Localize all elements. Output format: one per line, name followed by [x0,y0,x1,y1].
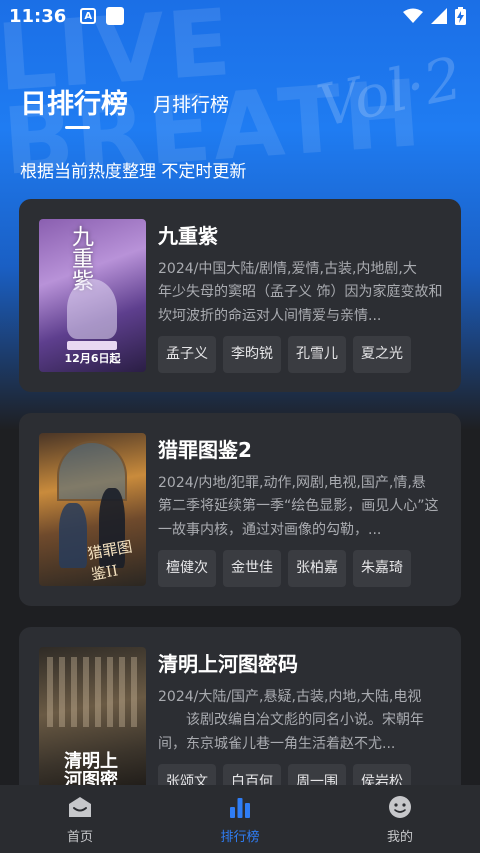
poster-image[interactable]: 清明上河图密码 [39,647,146,800]
list-item[interactable]: 九重紫 12月6日起 九重紫 2024/中国大陆/剧情,爱情,古装,内地剧,大 … [19,199,461,392]
nav-home-label: 首页 [66,829,93,845]
home-icon [69,796,91,817]
cast-tag[interactable]: 孟子义 [158,336,216,373]
ranking-list: 九重紫 12月6日起 九重紫 2024/中国大陆/剧情,爱情,古装,内地剧,大 … [19,199,461,841]
poster-date: 12月6日起 [64,352,121,365]
poster-figure [59,503,87,568]
item-title[interactable]: 猎罪图鉴2 [158,435,443,465]
cast-tag[interactable]: 夏之光 [353,336,411,373]
signal-icon [431,8,447,24]
cast-tags: 孟子义 李昀锐 孔雪儿 夏之光 [158,336,443,373]
item-description: 该剧改编自冶文彪的同名小说。宋朝年间，东京城雀儿巷一角生活着赵不尤... [158,712,424,752]
poster-figure [67,279,117,339]
ranking-tabs: 日排行榜 月排行榜 [20,82,229,121]
nav-ranking-label: 排行榜 [220,829,260,845]
poster-badge [67,341,117,350]
item-meta: 2024/大陆/国产,悬疑,古装,内地,大陆,电视 [158,689,422,705]
cast-tag[interactable]: 金世佳 [223,550,281,587]
poster-title: 猎罪图鉴II [86,537,134,584]
nav-ranking[interactable]: 排行榜 [180,794,300,845]
ranking-subtitle: 根据当前热度整理 不定时更新 [20,162,247,182]
notification-square-icon [106,7,125,25]
status-bar: 11:36 A [0,0,480,32]
poster-crowd [47,657,138,727]
profile-face-icon [389,795,411,818]
wifi-icon [403,8,423,23]
item-description: 第二季将延续第一季“绘色显影，画见人心”这一故事内核，通过对画像的勾勒，... [158,498,439,538]
bottom-navigation: 首页 排行榜 我的 [0,785,480,853]
ranking-chart-icon [230,797,250,818]
item-info: 清明上河图密码 2024/大陆/国产,悬疑,古装,内地,大陆,电视 该剧改编自冶… [158,649,443,801]
cast-tag[interactable]: 朱嘉琦 [353,550,411,587]
tab-monthly-ranking[interactable]: 月排行榜 [153,90,229,117]
item-title[interactable]: 九重紫 [158,221,443,251]
item-info: 九重紫 2024/中国大陆/剧情,爱情,古装,内地剧,大 年少失母的窦昭（孟子义… [158,221,443,373]
tab-daily-ranking[interactable]: 日排行榜 [20,82,128,121]
cast-tag[interactable]: 檀健次 [158,550,216,587]
cast-tag[interactable]: 李昀锐 [223,336,281,373]
item-meta: 2024/内地/犯罪,动作,网剧,电视,国产,情,悬 [158,475,426,491]
item-description: 年少失母的窦昭（孟子义 饰）因为家庭变故和坎坷波折的命运对人间情爱与亲情... [158,284,443,324]
poster-image[interactable]: 九重紫 12月6日起 [39,219,146,372]
list-item[interactable]: 猎罪图鉴II 猎罪图鉴2 2024/内地/犯罪,动作,网剧,电视,国产,情,悬 … [19,413,461,606]
item-info: 猎罪图鉴2 2024/内地/犯罪,动作,网剧,电视,国产,情,悬 第二季将延续第… [158,435,443,587]
poster-image[interactable]: 猎罪图鉴II [39,433,146,586]
item-meta: 2024/中国大陆/剧情,爱情,古装,内地剧,大 [158,261,417,277]
app-notification-icon: A [80,8,97,24]
item-title[interactable]: 清明上河图密码 [158,649,443,679]
cast-tag[interactable]: 张柏嘉 [288,550,346,587]
status-time: 11:36 [9,5,67,27]
cast-tag[interactable]: 孔雪儿 [288,336,346,373]
cast-tags: 檀健次 金世佳 张柏嘉 朱嘉琦 [158,550,443,587]
nav-profile[interactable]: 我的 [340,794,460,845]
battery-charging-icon [455,7,466,25]
active-tab-indicator [65,126,90,129]
nav-home[interactable]: 首页 [20,794,140,845]
nav-profile-label: 我的 [386,829,413,845]
